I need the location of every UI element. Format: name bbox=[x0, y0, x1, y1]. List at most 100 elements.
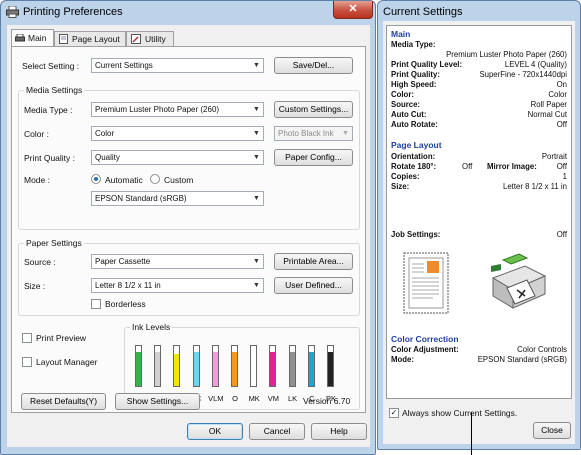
select-setting-value: Current Settings bbox=[95, 61, 153, 70]
paper-settings-title: Paper Settings bbox=[24, 238, 84, 248]
copies-key: Copies: bbox=[391, 172, 420, 181]
show-settings-button[interactable]: Show Settings... bbox=[115, 393, 200, 410]
orientation-val: Portrait bbox=[541, 152, 567, 161]
media-type-label: Media Type : bbox=[24, 105, 73, 115]
rotate-key: Rotate 180°: bbox=[391, 162, 437, 171]
tab-page-layout[interactable]: Page Layout bbox=[54, 31, 126, 46]
layout-manager-checkbox[interactable] bbox=[22, 357, 32, 367]
ink-fill-c bbox=[308, 352, 314, 386]
ink-fill-pk bbox=[328, 352, 333, 386]
settings-row: Color: Color bbox=[391, 90, 567, 100]
ink-tank-o bbox=[231, 345, 238, 387]
media-type-val: Premium Luster Photo Paper (260) bbox=[446, 50, 567, 59]
mode-automatic-label: Automatic bbox=[105, 175, 143, 185]
settings-val: LEVEL 4 (Quality) bbox=[504, 60, 567, 69]
color-value: Color bbox=[95, 129, 115, 138]
media-type-dropdown[interactable]: Premium Luster Photo Paper (260) ▼ bbox=[91, 102, 264, 117]
ink-tank-llk bbox=[154, 345, 162, 387]
mode-dropdown[interactable]: EPSON Standard (sRGB) ▼ bbox=[91, 191, 264, 206]
paper-config-button[interactable]: Paper Config... bbox=[274, 149, 353, 166]
user-defined-button[interactable]: User Defined... bbox=[274, 277, 353, 294]
settings-key: Source: bbox=[391, 100, 421, 109]
always-show-checkbox[interactable]: ✓ bbox=[389, 408, 399, 418]
settings-row: Auto Rotate: Off bbox=[391, 120, 567, 130]
color-adjustment-val: Color Controls bbox=[517, 345, 567, 354]
chevron-down-icon: ▼ bbox=[253, 154, 260, 161]
custom-settings-button[interactable]: Custom Settings... bbox=[274, 101, 353, 118]
source-label: Source : bbox=[24, 257, 56, 267]
ink-tank-vm bbox=[269, 345, 277, 387]
borderless-label: Borderless bbox=[105, 299, 146, 309]
help-button[interactable]: Help bbox=[311, 423, 367, 440]
current-settings-body: Main Media Type: Premium Luster Photo Pa… bbox=[383, 21, 575, 444]
cancel-button[interactable]: Cancel bbox=[249, 423, 305, 440]
size-value: Letter 8 1/2 x 11 in bbox=[95, 281, 161, 290]
settings-row: Auto Cut: Normal Cut bbox=[391, 110, 567, 120]
size-label: Size : bbox=[24, 281, 46, 291]
mode-row: Mode: EPSON Standard (sRGB) bbox=[391, 355, 567, 365]
printing-preferences-window: Printing Preferences ✕ Main Page Layout … bbox=[0, 0, 376, 455]
ink-tank-lk bbox=[288, 345, 296, 387]
chevron-down-icon: ▼ bbox=[253, 195, 260, 202]
rotate-val: Off bbox=[462, 162, 473, 171]
settings-row: Print Quality Level: LEVEL 4 (Quality) bbox=[391, 60, 567, 70]
ink-fill-lk bbox=[289, 352, 295, 386]
print-quality-value: Quality bbox=[95, 153, 120, 162]
close-button[interactable]: Close bbox=[533, 422, 571, 439]
tab-utility-label: Utility bbox=[145, 34, 166, 44]
chevron-down-icon: ▼ bbox=[253, 106, 260, 113]
tab-main-label: Main bbox=[28, 33, 47, 43]
printer-icon bbox=[6, 5, 19, 20]
rotate-mirror-row: Rotate 180°: Off Mirror Image: Off bbox=[391, 162, 567, 172]
size-dropdown[interactable]: Letter 8 1/2 x 11 in ▼ bbox=[91, 278, 264, 293]
color-correction-heading: Color Correction bbox=[391, 334, 459, 344]
settings-summary-panel: Main Media Type: Premium Luster Photo Pa… bbox=[386, 25, 572, 399]
mode-custom-radio[interactable] bbox=[150, 174, 160, 184]
reset-defaults-button[interactable]: Reset Defaults(Y) bbox=[21, 393, 106, 410]
mode-label: Mode : bbox=[24, 175, 50, 185]
settings-row: Source: Roll Paper bbox=[391, 100, 567, 110]
current-settings-window: Current Settings Main Media Type: Premiu… bbox=[377, 0, 581, 450]
orientation-key: Orientation: bbox=[391, 152, 436, 161]
mode-custom-label: Custom bbox=[164, 175, 194, 185]
black-ink-dropdown[interactable]: Photo Black Ink ▼ bbox=[274, 126, 353, 141]
chevron-down-icon: ▼ bbox=[253, 258, 260, 265]
printable-area-button[interactable]: Printable Area... bbox=[274, 253, 353, 270]
source-dropdown[interactable]: Paper Cassette ▼ bbox=[91, 254, 264, 269]
print-preview-checkbox[interactable] bbox=[22, 333, 32, 343]
mode-val: EPSON Standard (sRGB) bbox=[477, 355, 567, 364]
borderless-checkbox[interactable] bbox=[91, 299, 101, 309]
color-dropdown[interactable]: Color ▼ bbox=[91, 126, 264, 141]
current-settings-title: Current Settings bbox=[383, 6, 463, 18]
ink-fill-llk bbox=[155, 352, 161, 386]
ink-tank-g bbox=[135, 345, 142, 387]
mode-key: Mode: bbox=[391, 355, 414, 364]
version-text: Version 6.70 bbox=[303, 396, 351, 406]
settings-key: High Speed: bbox=[391, 80, 437, 89]
printer-illustration-icon bbox=[485, 252, 549, 316]
size-val: Letter 8 1/2 x 11 in bbox=[502, 182, 567, 191]
media-type-value: Premium Luster Photo Paper (260) bbox=[95, 105, 220, 114]
tab-main[interactable]: Main bbox=[11, 29, 54, 46]
tab-utility[interactable]: Utility bbox=[126, 31, 174, 46]
window-close-button[interactable]: ✕ bbox=[333, 1, 373, 19]
select-setting-dropdown[interactable]: Current Settings ▼ bbox=[91, 58, 264, 73]
color-label: Color : bbox=[24, 129, 50, 139]
settings-key: Auto Rotate: bbox=[391, 120, 438, 129]
orientation-row: Orientation: Portrait bbox=[391, 152, 567, 162]
settings-key: Print Quality: bbox=[391, 70, 440, 79]
ink-fill-y bbox=[174, 354, 180, 386]
media-type-value-row: Premium Luster Photo Paper (260) bbox=[391, 50, 567, 60]
page-layout-heading: Page Layout bbox=[391, 140, 442, 150]
job-settings-row: Job Settings: Off bbox=[391, 230, 567, 240]
ink-tank-c bbox=[307, 345, 315, 387]
ok-button[interactable]: OK bbox=[187, 423, 243, 440]
save-del-button[interactable]: Save/Del... bbox=[274, 57, 353, 74]
print-preview-label: Print Preview bbox=[36, 333, 87, 343]
ink-fill-o bbox=[232, 352, 237, 386]
dialog-body: Main Page Layout Utility Select Setting … bbox=[7, 25, 370, 447]
settings-val: On bbox=[556, 80, 567, 89]
print-quality-dropdown[interactable]: Quality ▼ bbox=[91, 150, 264, 165]
mode-automatic-radio[interactable] bbox=[91, 174, 101, 184]
size-row: Size: Letter 8 1/2 x 11 in bbox=[391, 182, 567, 192]
